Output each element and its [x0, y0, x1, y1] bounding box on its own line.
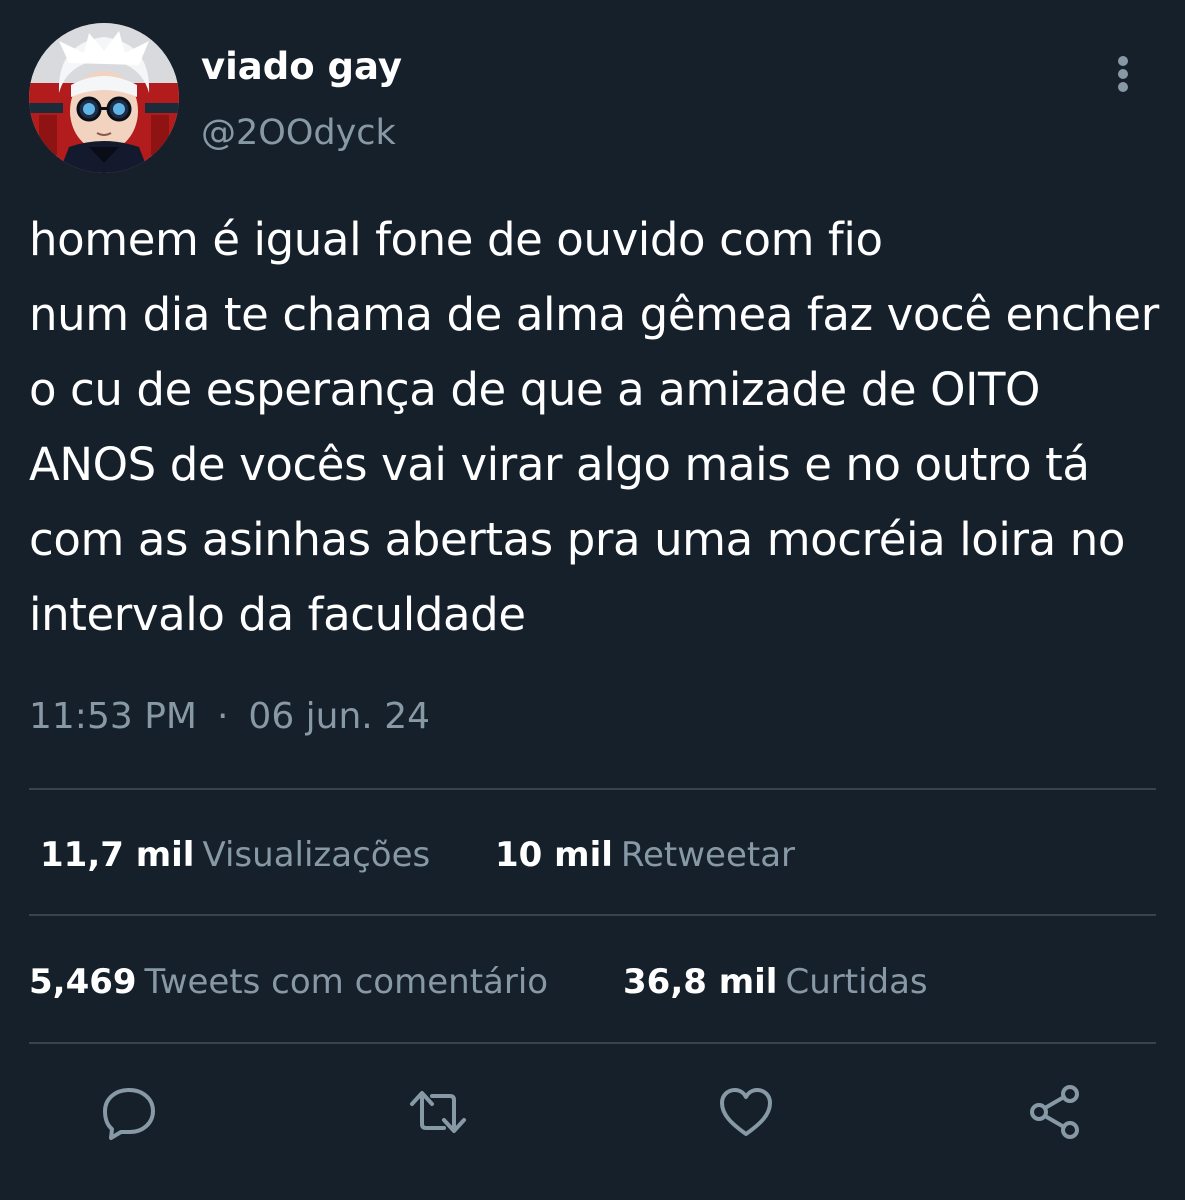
tweet-text-line: ANOS de vocês vai virar algo mais e no o… [29, 438, 1090, 491]
divider [29, 914, 1156, 916]
tweet-text-line: homem é igual fone de ouvido com fio [29, 213, 883, 266]
quote-tweets-count: 5,469 [29, 962, 137, 1002]
reply-icon [103, 1088, 155, 1140]
author-display-name[interactable]: viado gay [201, 44, 402, 90]
avatar-image [29, 23, 179, 173]
more-options-icon [1118, 56, 1128, 66]
like-button[interactable] [716, 1082, 776, 1142]
retweet-icon [410, 1091, 466, 1133]
tweet-time: 11:53 PM [29, 696, 197, 737]
divider [29, 1042, 1156, 1044]
tweet-text: homem é igual fone de ouvido com fio num… [29, 202, 1174, 652]
tweet-timestamp[interactable]: 11:53 PM · 06 jun. 24 [29, 694, 430, 740]
views-stat[interactable]: 11,7 mil Visualizações [40, 832, 430, 878]
more-options-icon-dot [1118, 82, 1128, 92]
retweets-stat[interactable]: 10 mil Retweetar [495, 832, 795, 878]
retweet-button[interactable] [408, 1082, 468, 1142]
tweet-text-line: com as asinhas abertas pra uma mocréia l… [29, 513, 1125, 566]
tweet-date: 06 jun. 24 [248, 696, 431, 737]
author-handle[interactable]: @2OOdyck [201, 111, 396, 155]
views-count: 11,7 mil [40, 835, 195, 875]
avatar[interactable] [29, 23, 179, 173]
tweet-text-line: num dia te chama de alma gêmea faz você … [29, 288, 1159, 341]
divider [29, 788, 1156, 790]
tweet-text-line: intervalo da faculdade [29, 588, 526, 641]
likes-stat[interactable]: 36,8 mil Curtidas [623, 959, 928, 1005]
likes-label: Curtidas [785, 962, 928, 1002]
quote-tweets-label: Tweets com comentário [144, 962, 549, 1002]
retweets-count: 10 mil [495, 835, 613, 875]
retweets-label: Retweetar [620, 835, 796, 875]
like-icon [720, 1088, 772, 1136]
likes-count: 36,8 mil [623, 962, 778, 1002]
quote-tweets-stat[interactable]: 5,469 Tweets com comentário [29, 959, 548, 1005]
more-options-icon-dot [1118, 69, 1128, 79]
views-label: Visualizações [202, 835, 431, 875]
tweet-text-line: o cu de esperança de que a amizade de OI… [29, 363, 1041, 416]
timestamp-separator: · [216, 696, 229, 737]
share-button[interactable] [1025, 1082, 1085, 1142]
share-icon [1030, 1085, 1079, 1139]
more-options-button[interactable] [1102, 49, 1146, 97]
reply-button[interactable] [99, 1082, 159, 1142]
